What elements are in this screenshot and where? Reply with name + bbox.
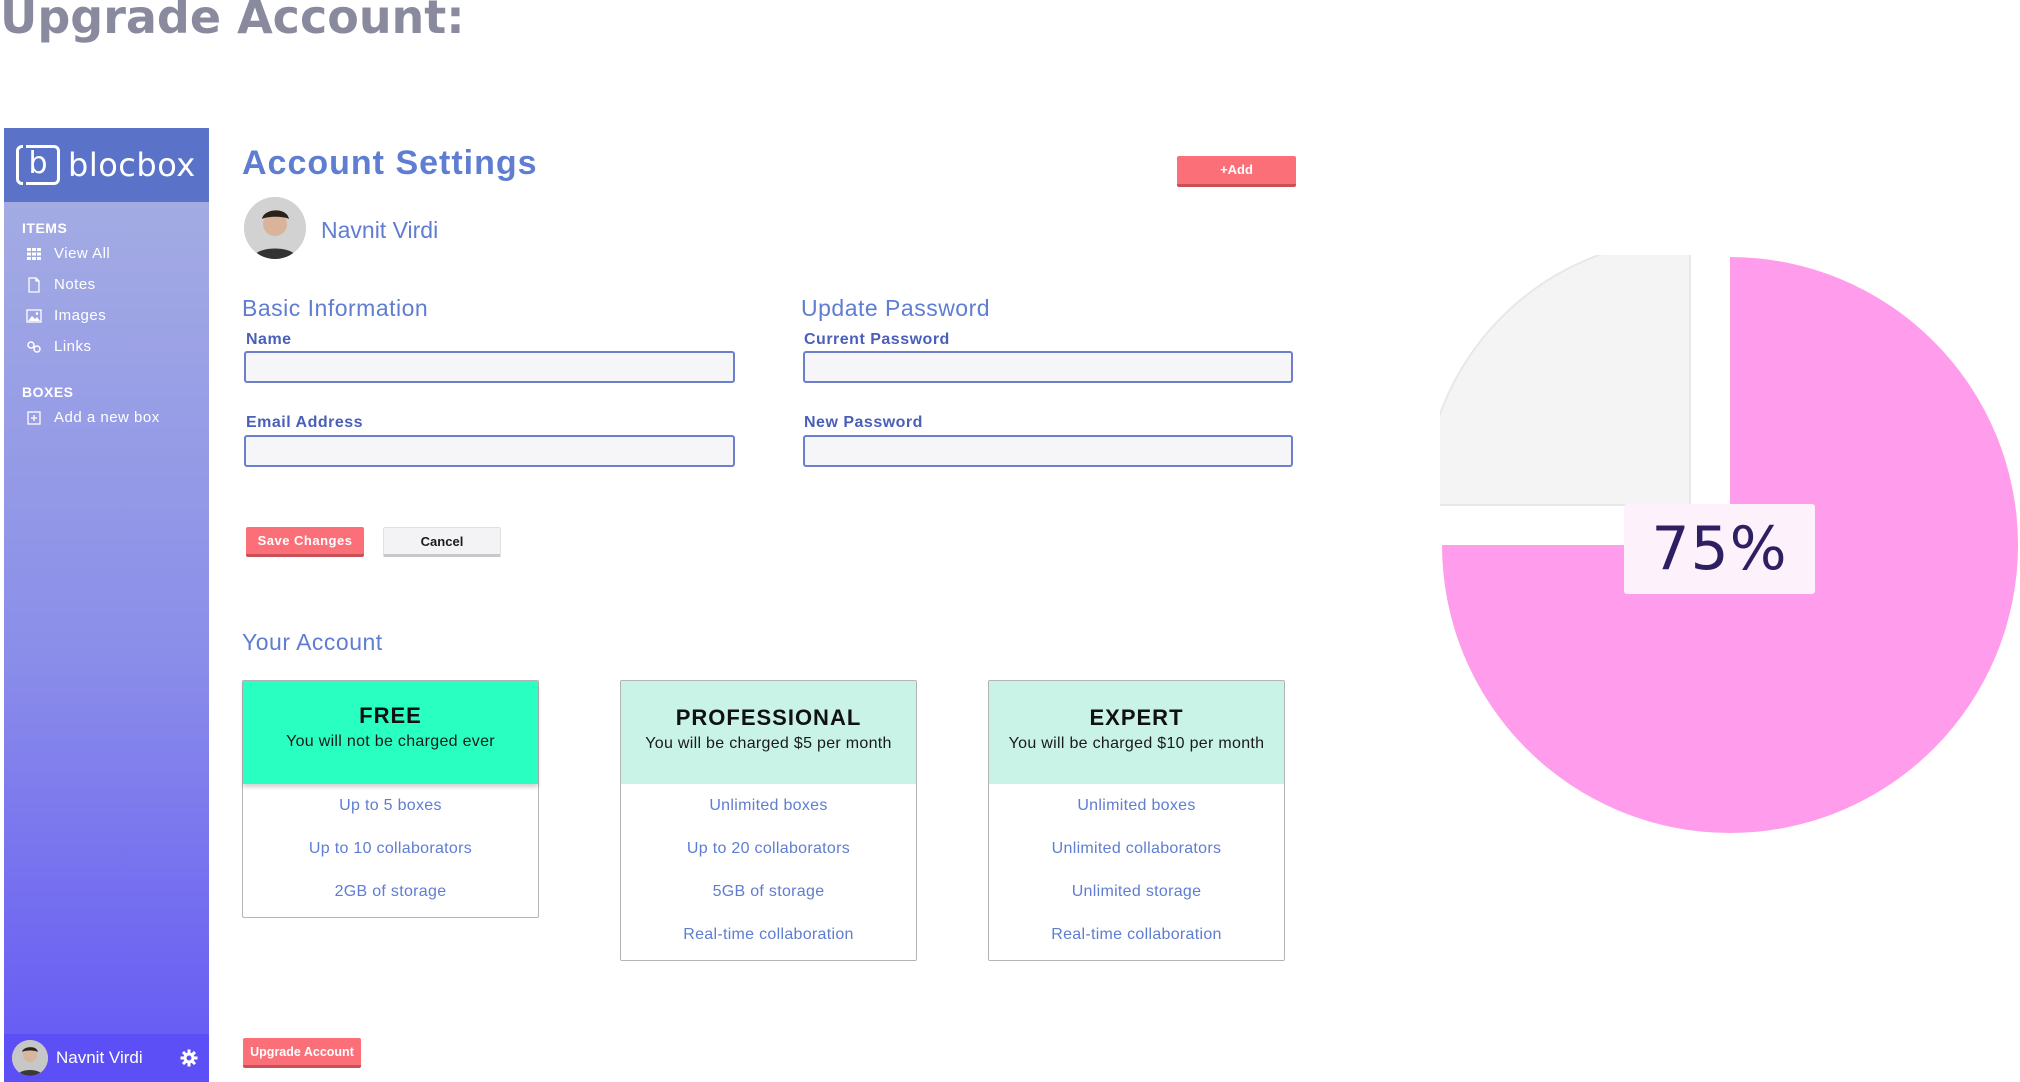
plan-feature: Real-time collaboration bbox=[683, 926, 854, 943]
plan-feature: Unlimited boxes bbox=[709, 797, 828, 814]
grid-icon bbox=[27, 247, 41, 260]
save-changes-button[interactable]: Save Changes bbox=[246, 527, 364, 557]
sidebar-section-boxes: BOXES bbox=[22, 384, 74, 400]
sidebar-item-label: Add a new box bbox=[54, 409, 160, 426]
plan-name: FREE bbox=[359, 703, 422, 728]
plan-header: PROFESSIONAL You will be charged $5 per … bbox=[621, 681, 916, 784]
profile-avatar[interactable] bbox=[244, 197, 306, 259]
sidebar-item-view-all[interactable]: View All bbox=[4, 238, 209, 269]
new-password-label: New Password bbox=[804, 414, 923, 431]
sidebar-user[interactable]: Navnit Virdi bbox=[4, 1034, 209, 1082]
current-password-label: Current Password bbox=[804, 331, 950, 348]
plan-card-free[interactable]: FREE You will not be charged ever Up to … bbox=[242, 680, 539, 918]
plan-feature: Up to 10 collaborators bbox=[308, 840, 473, 857]
plan-features: Unlimited boxes Unlimited collaborators … bbox=[989, 784, 1284, 960]
sidebar-item-links[interactable]: Links bbox=[4, 331, 209, 362]
page-heading: Upgrade Account: bbox=[0, 0, 465, 44]
plan-header: EXPERT You will be charged $10 per month bbox=[989, 681, 1284, 784]
profile-name: Navnit Virdi bbox=[321, 217, 439, 243]
plan-card-expert[interactable]: EXPERT You will be charged $10 per month… bbox=[988, 680, 1285, 961]
brand-name: blocbox bbox=[68, 146, 196, 184]
avatar bbox=[12, 1040, 48, 1076]
sidebar-item-add-box[interactable]: Add a new box bbox=[4, 402, 209, 433]
sidebar-item-images[interactable]: Images bbox=[4, 300, 209, 331]
plan-name: PROFESSIONAL bbox=[675, 705, 862, 730]
your-account-title: Your Account bbox=[242, 629, 383, 655]
pie-remaining-slice bbox=[1440, 255, 1691, 506]
sidebar-item-notes[interactable]: Notes bbox=[4, 269, 209, 300]
current-password-field[interactable] bbox=[803, 351, 1293, 383]
plan-feature: Unlimited storage bbox=[1071, 883, 1202, 900]
page-title: Account Settings bbox=[242, 144, 538, 182]
sidebar-section-items: ITEMS bbox=[22, 220, 68, 236]
usage-percent-label: 75% bbox=[1624, 504, 1815, 594]
sidebar-item-label: Notes bbox=[54, 276, 96, 293]
basic-information-title: Basic Information bbox=[242, 295, 429, 321]
brand-mark: b bbox=[16, 145, 60, 185]
update-password-title: Update Password bbox=[801, 295, 991, 321]
plan-feature: Unlimited collaborators bbox=[1051, 840, 1222, 857]
plan-features: Unlimited boxes Up to 20 collaborators 5… bbox=[621, 784, 916, 960]
plan-feature: Up to 5 boxes bbox=[339, 797, 442, 814]
new-password-field[interactable] bbox=[803, 435, 1293, 467]
plan-feature: 5GB of storage bbox=[712, 883, 825, 900]
brand-logo[interactable]: b blocbox bbox=[4, 128, 209, 202]
plan-card-professional[interactable]: PROFESSIONAL You will be charged $5 per … bbox=[620, 680, 917, 961]
plan-feature: 2GB of storage bbox=[334, 883, 447, 900]
link-icon bbox=[27, 340, 41, 353]
plan-feature: Unlimited boxes bbox=[1077, 797, 1196, 814]
cancel-button[interactable]: Cancel bbox=[383, 527, 501, 557]
plan-feature: Real-time collaboration bbox=[1051, 926, 1222, 943]
sidebar-item-label: Images bbox=[54, 307, 107, 324]
image-icon bbox=[26, 308, 42, 323]
plan-features: Up to 5 boxes Up to 10 collaborators 2GB… bbox=[243, 784, 538, 917]
gear-icon[interactable] bbox=[179, 1048, 199, 1068]
name-label: Name bbox=[246, 331, 292, 348]
plan-name: EXPERT bbox=[1089, 705, 1184, 730]
email-label: Email Address bbox=[246, 414, 364, 431]
plan-header: FREE You will not be charged ever bbox=[243, 681, 538, 784]
plan-feature: Up to 20 collaborators bbox=[686, 840, 851, 857]
add-button[interactable]: +Add bbox=[1177, 156, 1296, 187]
upgrade-account-button[interactable]: Upgrade Account bbox=[243, 1038, 361, 1068]
sidebar-item-label: View All bbox=[54, 245, 111, 262]
name-field[interactable] bbox=[244, 351, 735, 383]
plan-description: You will be charged $5 per month bbox=[645, 735, 892, 752]
sidebar-item-label: Links bbox=[54, 338, 92, 355]
sidebar-user-name: Navnit Virdi bbox=[56, 1048, 143, 1067]
plan-description: You will be charged $10 per month bbox=[1008, 735, 1265, 752]
file-icon bbox=[28, 276, 40, 293]
plus-square-icon bbox=[27, 410, 41, 425]
email-field[interactable] bbox=[244, 435, 735, 467]
plan-description: You will not be charged ever bbox=[286, 733, 495, 750]
sidebar: b blocbox ITEMS View All Notes Images Li… bbox=[4, 128, 209, 1082]
